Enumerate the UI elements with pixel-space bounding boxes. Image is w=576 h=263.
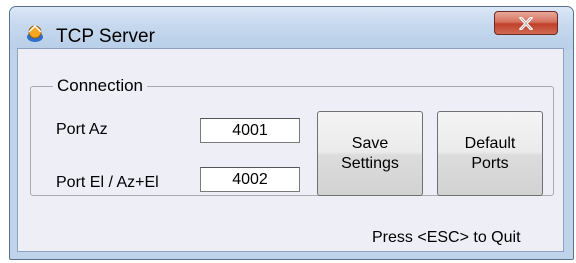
- connection-group-label: Connection: [53, 76, 148, 96]
- port-el-input[interactable]: 4002: [200, 167, 300, 192]
- app-icon: [27, 24, 43, 42]
- port-az-label: Port Az: [56, 121, 108, 138]
- default-ports-line1: Default: [464, 134, 516, 152]
- save-settings-line1: Save: [351, 134, 389, 152]
- default-ports-line2: Ports: [471, 154, 509, 172]
- close-icon: [519, 17, 533, 30]
- save-settings-button[interactable]: Save Settings: [317, 111, 423, 196]
- port-az-input[interactable]: 4001: [200, 118, 300, 143]
- title-bar[interactable]: TCP Server: [10, 7, 573, 49]
- port-el-label: Port El / Az+El: [56, 174, 159, 191]
- window-title: TCP Server: [56, 26, 155, 47]
- default-ports-button[interactable]: Default Ports: [437, 111, 543, 196]
- save-settings-line2: Settings: [341, 154, 399, 172]
- quit-hint: Press <ESC> to Quit: [372, 229, 521, 246]
- close-button[interactable]: [494, 11, 558, 35]
